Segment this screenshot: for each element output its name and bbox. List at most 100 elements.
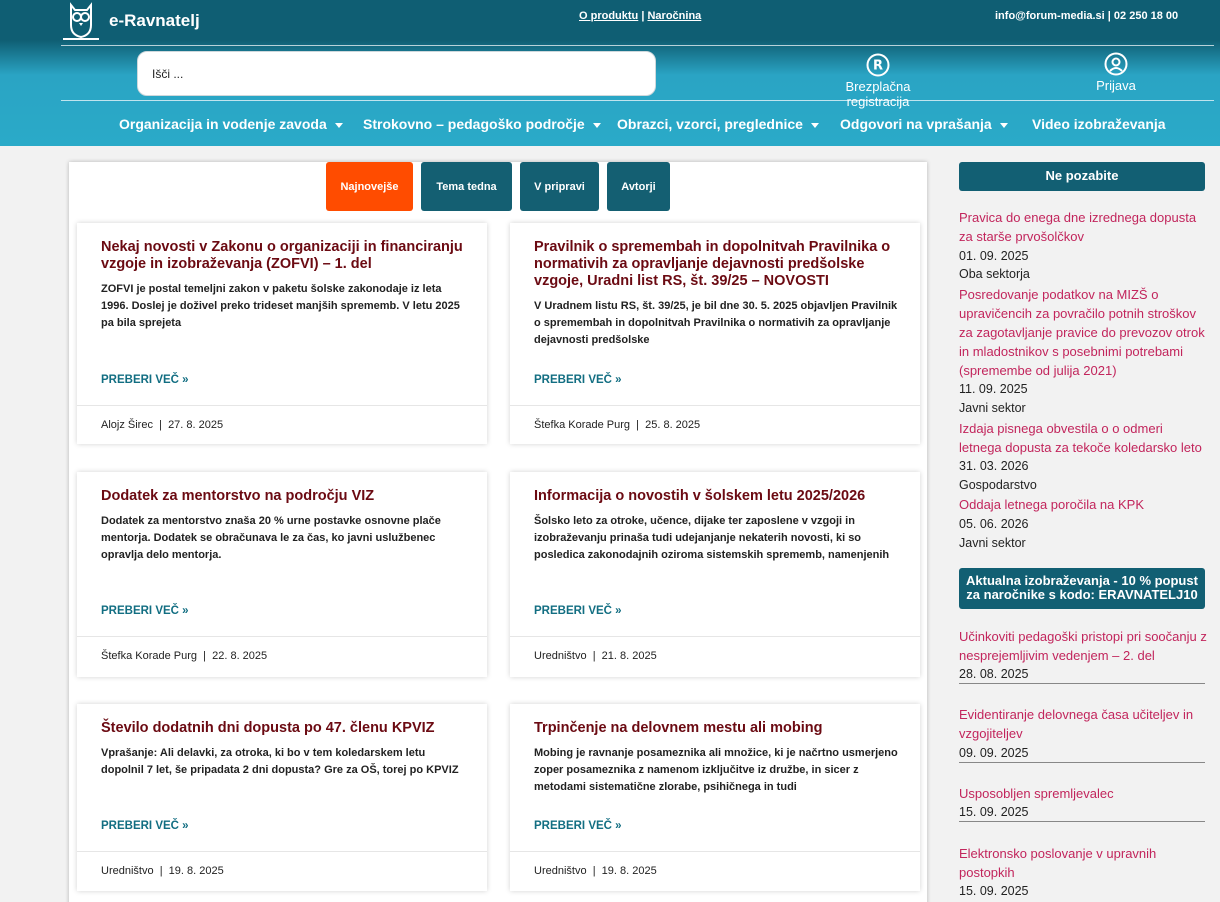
event-link[interactable]: Evidentiranje delovnega časa učiteljev i… [959, 705, 1209, 743]
article-title[interactable]: Nekaj novosti v Zakonu o organizaciji in… [101, 239, 471, 273]
article-title[interactable]: Dodatek za mentorstvo na področju VIZ [101, 488, 471, 505]
article-date: 25. 8. 2025 [645, 419, 701, 431]
reminder-date: 11. 09. 2025 [959, 382, 1028, 396]
card-divider [510, 405, 920, 406]
search-input[interactable]: Išči ... [137, 51, 656, 96]
reminder-link[interactable]: Posredovanje podatkov na MIZŠ o upraviče… [959, 285, 1209, 380]
article-author: Štefka Korade Purg [534, 419, 631, 431]
user-icon [1104, 52, 1128, 76]
article-card: Nekaj novosti v Zakonu o organizaciji in… [77, 223, 487, 444]
article-excerpt: Mobing je ravnanje posameznika ali množi… [534, 747, 898, 793]
reminder-sector: Javni sektor [959, 401, 1026, 415]
caret-down-icon [334, 122, 343, 128]
article-date: 19. 8. 2025 [601, 865, 657, 877]
article-meta: Uredništvo | 21. 8. 2025 [534, 650, 657, 662]
site-header: e-Ravnatelj O produktu | Naročnina info@… [0, 0, 1220, 146]
read-more-link[interactable]: PREBERI VEČ » [101, 374, 189, 386]
nav-label: Obrazci, vzorci, preglednice [617, 116, 803, 132]
article-date: 22. 8. 2025 [212, 650, 268, 662]
caret-down-icon [592, 122, 601, 128]
caret-down-icon [999, 122, 1008, 128]
top-links: O produktu | Naročnina [579, 10, 701, 22]
article-card: Število dodatnih dni dopusta po 47. člen… [77, 704, 487, 891]
event-divider [959, 683, 1205, 684]
card-divider [77, 636, 487, 637]
read-more-link[interactable]: PREBERI VEČ » [534, 820, 622, 832]
event-date: 15. 09. 2025 [959, 884, 1029, 898]
article-excerpt: Dodatek za mentorstvo znaša 20 % urne po… [101, 515, 441, 561]
tab-avtorji[interactable]: Avtorji [607, 162, 670, 211]
login-label: Prijava [1096, 78, 1136, 93]
nav-label: Odgovori na vprašanja [840, 116, 992, 132]
nav-strokovno[interactable]: Strokovno – pedagoško področje [363, 116, 601, 132]
card-divider [77, 405, 487, 406]
article-card: Dodatek za mentorstvo na področju VIZ Do… [77, 472, 487, 677]
about-link[interactable]: O produktu [579, 10, 638, 22]
article-meta: Uredništvo | 19. 8. 2025 [101, 865, 224, 877]
nav-label: Video izobraževanja [1032, 116, 1166, 132]
articles-panel: Najnovejše Tema tedna V pripravi Avtorji… [69, 162, 927, 902]
caret-down-icon [810, 122, 819, 128]
article-author: Alojz Širec [101, 419, 153, 431]
article-title[interactable]: Trpinčenje na delovnem mestu ali mobing [534, 720, 904, 737]
logo[interactable]: e-Ravnatelj [61, 1, 200, 41]
article-date: 21. 8. 2025 [601, 650, 657, 662]
article-title[interactable]: Informacija o novostih v šolskem letu 20… [534, 488, 904, 505]
tab-najnovejse[interactable]: Najnovejše [326, 162, 413, 211]
article-author: Uredništvo [534, 650, 587, 662]
nav-odgovori[interactable]: Odgovori na vprašanja [840, 116, 1008, 132]
nav-label: Organizacija in vodenje zavoda [119, 116, 327, 132]
reminder-link[interactable]: Oddaja letnega poročila na KPK [959, 495, 1209, 514]
nav-obrazci[interactable]: Obrazci, vzorci, preglednice [617, 116, 819, 132]
owl-logo-icon [63, 2, 99, 40]
event-link[interactable]: Usposobljen spremljevalec [959, 784, 1209, 803]
read-more-link[interactable]: PREBERI VEČ » [101, 820, 189, 832]
read-more-link[interactable]: PREBERI VEČ » [534, 374, 622, 386]
article-title[interactable]: Pravilnik o spremembah in dopolnitvah Pr… [534, 239, 904, 290]
reminder-sector: Javni sektor [959, 536, 1026, 550]
nav-video[interactable]: Video izobraževanja [1032, 116, 1166, 132]
event-date: 09. 09. 2025 [959, 746, 1029, 760]
article-meta: Uredništvo | 19. 8. 2025 [534, 865, 657, 877]
article-date: 27. 8. 2025 [168, 419, 224, 431]
read-more-link[interactable]: PREBERI VEČ » [534, 605, 622, 617]
login-button[interactable]: Prijava [1086, 52, 1146, 93]
article-date: 19. 8. 2025 [168, 865, 224, 877]
card-divider [77, 851, 487, 852]
article-card: Trpinčenje na delovnem mestu ali mobing … [510, 704, 920, 891]
article-excerpt: V Uradnem listu RS, št. 39/25, je bil dn… [534, 300, 898, 346]
reminders-heading: Ne pozabite [959, 162, 1205, 191]
nav-organizacija[interactable]: Organizacija in vodenje zavoda [119, 116, 343, 132]
reminder-link[interactable]: Pravica do enega dne izrednega dopusta z… [959, 208, 1209, 246]
registered-icon: R [866, 53, 890, 77]
header-divider [61, 45, 1214, 46]
article-meta: Štefka Korade Purg | 25. 8. 2025 [534, 419, 701, 431]
tab-tema-tedna[interactable]: Tema tedna [421, 162, 512, 211]
read-more-link[interactable]: PREBERI VEČ » [101, 605, 189, 617]
main-nav: Organizacija in vodenje zavoda Strokovno… [0, 110, 1220, 138]
article-author: Uredništvo [101, 865, 154, 877]
event-divider [959, 762, 1205, 763]
reminder-link[interactable]: Izdaja pisnega obvestila o o odmeri letn… [959, 419, 1209, 457]
tab-v-pripravi[interactable]: V pripravi [520, 162, 599, 211]
nav-label: Strokovno – pedagoško področje [363, 116, 585, 132]
reminder-date: 01. 09. 2025 [959, 249, 1029, 263]
reminder-sector: Oba sektorja [959, 267, 1030, 281]
article-excerpt: ZOFVI je postal temeljni zakon v paketu … [101, 283, 460, 329]
reminder-sector: Gospodarstvo [959, 478, 1037, 492]
reminder-date: 05. 06. 2026 [959, 517, 1029, 531]
article-author: Štefka Korade Purg [101, 650, 198, 662]
event-link[interactable]: Elektronsko poslovanje v upravnih postop… [959, 844, 1209, 882]
subscription-link[interactable]: Naročnina [647, 10, 701, 22]
article-card: Informacija o novostih v šolskem letu 20… [510, 472, 920, 677]
article-excerpt: Vprašanje: Ali delavki, za otroka, ki bo… [101, 747, 459, 776]
article-card: Pravilnik o spremembah in dopolnitvah Pr… [510, 223, 920, 444]
article-title[interactable]: Število dodatnih dni dopusta po 47. člen… [101, 720, 471, 737]
contact-info[interactable]: info@forum-media.si | 02 250 18 00 [995, 10, 1178, 22]
trainings-banner[interactable]: Aktualna izobraževanja - 10 % popust za … [959, 568, 1205, 609]
card-divider [510, 851, 920, 852]
article-author: Uredništvo [534, 865, 587, 877]
event-date: 15. 09. 2025 [959, 805, 1029, 819]
event-link[interactable]: Učinkoviti pedagoški pristopi pri soočan… [959, 627, 1209, 665]
nav-divider [61, 100, 1214, 101]
